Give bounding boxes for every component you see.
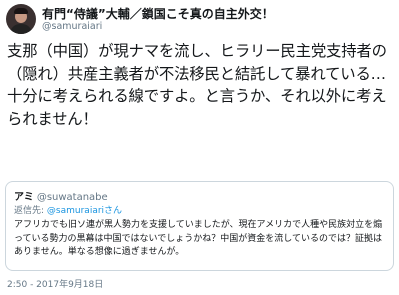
reply-prefix: 返信先: bbox=[14, 206, 45, 216]
quoted-handle: @suwatanabe bbox=[36, 192, 108, 203]
user-handle[interactable]: @samuraiari bbox=[42, 21, 102, 32]
quoted-reply-context: 返信先: @samuraiariさん bbox=[14, 203, 122, 216]
reply-target-link[interactable]: @samuraiariさん bbox=[47, 206, 122, 216]
avatar[interactable] bbox=[6, 4, 36, 34]
timestamp[interactable]: 2:50 - 2017年9月18日 bbox=[7, 277, 103, 290]
avatar-body bbox=[10, 24, 32, 34]
display-name[interactable]: 有門“侍議”大輔／鎖国こそ真の自主外交！ bbox=[42, 5, 274, 22]
tweet-header: 有門“侍議”大輔／鎖国こそ真の自主外交！ @samuraiari bbox=[6, 4, 396, 34]
quoted-tweet[interactable]: アミ @suwatanabe 返信先: @samuraiariさん アフリカでも旧… bbox=[5, 181, 394, 271]
tweet-text: 支那（中国）が現ナマを流し、ヒラリー民主党支持者の（隠れ）共産主義者が不法移民と… bbox=[7, 42, 387, 128]
tweet-card: 有門“侍議”大輔／鎖国こそ真の自主外交！ @samuraiari 支那（中国）が… bbox=[0, 0, 399, 295]
quoted-text: アフリカでも旧ソ連が黒人勢力を支援していましたが、現在アメリカで人種や民族対立を… bbox=[14, 220, 383, 257]
quoted-display-name: アミ bbox=[14, 192, 34, 203]
quoted-author: アミ @suwatanabe bbox=[14, 188, 108, 203]
avatar-hair bbox=[14, 8, 28, 14]
